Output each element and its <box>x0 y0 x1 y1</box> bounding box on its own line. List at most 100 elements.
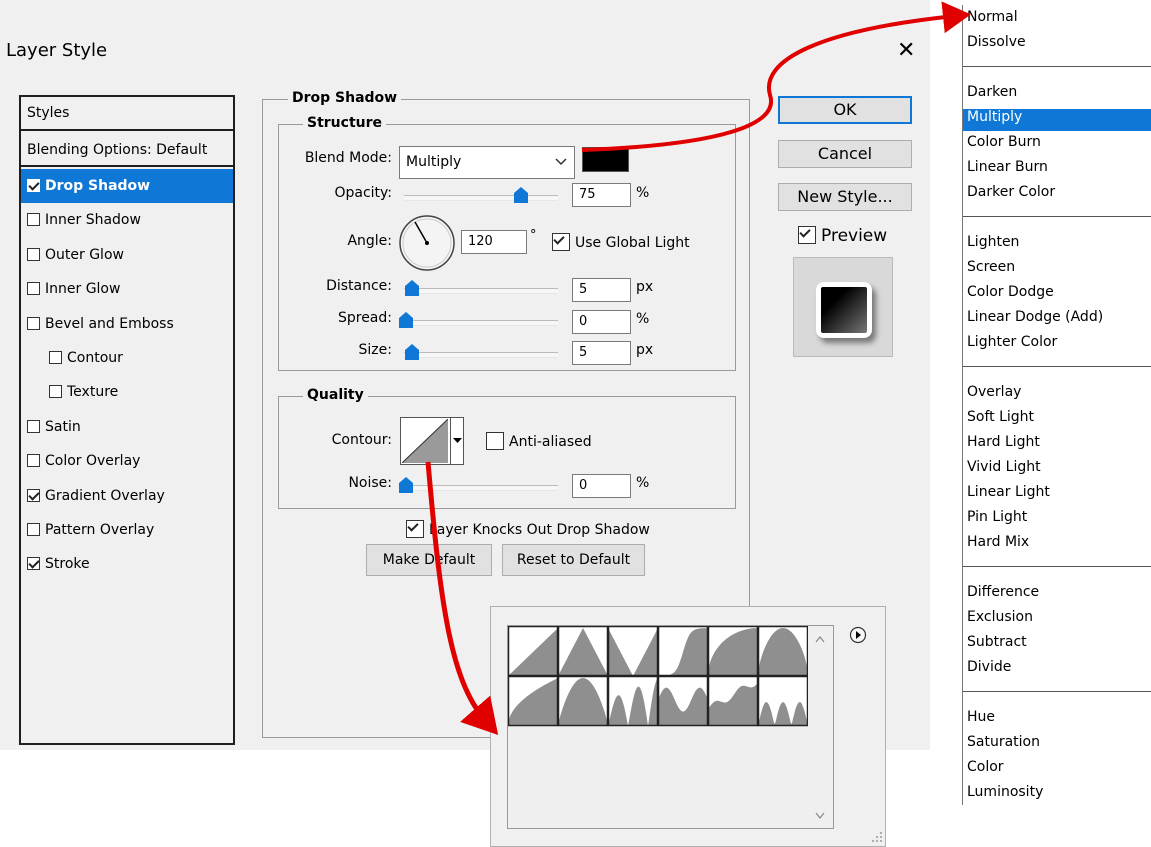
close-icon[interactable]: ✕ <box>897 40 915 62</box>
resize-grip-icon[interactable] <box>871 831 883 843</box>
shadow-color-swatch[interactable] <box>582 147 629 172</box>
checkbox-icon[interactable] <box>27 282 40 296</box>
blend-option-pin-light[interactable]: Pin Light <box>967 509 1027 525</box>
use-global-light-checkbox[interactable]: Use Global Light <box>552 233 690 251</box>
blend-option-linear-dodge-add[interactable]: Linear Dodge (Add) <box>967 309 1103 325</box>
distance-slider-thumb[interactable] <box>405 280 419 296</box>
style-item-bevel-and-emboss[interactable]: Bevel and Emboss <box>21 307 233 341</box>
layer-knocks-out-checkbox[interactable]: Layer Knocks Out Drop Shadow <box>406 520 650 538</box>
blend-option-color-burn[interactable]: Color Burn <box>967 134 1041 150</box>
opacity-slider-track[interactable] <box>404 195 558 201</box>
noise-slider-thumb[interactable] <box>399 477 413 493</box>
spread-slider-thumb[interactable] <box>399 312 413 328</box>
blend-option-saturation[interactable]: Saturation <box>967 734 1040 750</box>
contour-preset-rounded-steps[interactable] <box>607 675 659 727</box>
blend-option-exclusion[interactable]: Exclusion <box>967 609 1033 625</box>
distance-input[interactable]: 5 <box>572 278 631 302</box>
blend-option-darker-color[interactable]: Darker Color <box>967 184 1055 200</box>
opacity-slider-thumb[interactable] <box>514 187 528 203</box>
checkbox-icon[interactable] <box>27 419 40 433</box>
contour-picker-button[interactable] <box>400 417 464 465</box>
angle-input[interactable]: 120 <box>461 230 527 254</box>
style-item-pattern-overlay[interactable]: Pattern Overlay <box>21 513 233 547</box>
blend-option-linear-burn[interactable]: Linear Burn <box>967 159 1048 175</box>
blend-option-screen[interactable]: Screen <box>967 259 1015 275</box>
blend-option-hard-light[interactable]: Hard Light <box>967 434 1040 450</box>
blend-option-lighter-color[interactable]: Lighter Color <box>967 334 1057 350</box>
contour-preset-ring-double[interactable] <box>508 675 559 727</box>
checkbox-icon[interactable] <box>49 385 62 399</box>
blend-option-dissolve[interactable]: Dissolve <box>967 34 1026 50</box>
style-item-outer-glow[interactable]: Outer Glow <box>21 238 233 272</box>
blend-option-vivid-light[interactable]: Vivid Light <box>967 459 1041 475</box>
styles-header[interactable]: Styles <box>21 97 233 131</box>
blend-option-linear-light[interactable]: Linear Light <box>967 484 1050 500</box>
spread-slider-track[interactable] <box>404 320 558 326</box>
noise-slider-track[interactable] <box>404 485 558 491</box>
checkbox-icon[interactable] <box>27 454 40 468</box>
style-item-inner-shadow[interactable]: Inner Shadow <box>21 203 233 237</box>
blend-option-soft-light[interactable]: Soft Light <box>967 409 1034 425</box>
contour-preset-ring[interactable] <box>757 626 808 677</box>
blend-option-color[interactable]: Color <box>967 759 1004 775</box>
checkbox-icon[interactable] <box>27 557 40 571</box>
checkbox-icon[interactable] <box>27 179 40 192</box>
checkbox-icon[interactable] <box>27 213 40 227</box>
reset-to-default-button[interactable]: Reset to Default <box>502 544 645 576</box>
contour-preset-cone-inverted[interactable] <box>607 626 659 677</box>
blend-option-lighten[interactable]: Lighten <box>967 234 1019 250</box>
angle-dial-icon[interactable] <box>398 214 456 272</box>
new-style-button[interactable]: New Style... <box>778 183 912 211</box>
contour-preset-gaussian[interactable] <box>657 626 709 677</box>
opacity-input[interactable]: 75 <box>572 183 631 207</box>
blend-option-subtract[interactable]: Subtract <box>967 634 1027 650</box>
contour-preset-cove-deep[interactable] <box>707 675 759 727</box>
contour-dropdown-arrow[interactable] <box>450 418 464 464</box>
scroll-up-icon[interactable] <box>815 636 825 643</box>
blending-options-item[interactable]: Blending Options: Default <box>21 133 233 167</box>
style-item-color-overlay[interactable]: Color Overlay <box>21 444 233 478</box>
contour-preset-linear[interactable] <box>508 626 559 677</box>
picker-menu-icon[interactable] <box>849 626 867 644</box>
blend-option-overlay[interactable]: Overlay <box>967 384 1021 400</box>
checkbox-icon[interactable] <box>27 316 40 330</box>
style-item-gradient-overlay[interactable]: Gradient Overlay <box>21 479 233 513</box>
make-default-button[interactable]: Make Default <box>366 544 492 576</box>
contour-preset-cone[interactable] <box>557 626 609 677</box>
size-input[interactable]: 5 <box>572 341 631 365</box>
checkbox-icon[interactable] <box>27 247 40 261</box>
blend-option-divide[interactable]: Divide <box>967 659 1011 675</box>
style-item-drop-shadow[interactable]: Drop Shadow <box>21 169 233 203</box>
preview-checkbox[interactable]: Preview <box>798 226 887 246</box>
anti-aliased-checkbox[interactable]: Anti-aliased <box>486 432 592 450</box>
checkbox-icon[interactable] <box>27 488 40 502</box>
contour-preset-sawtooth[interactable] <box>657 675 709 727</box>
style-item-contour[interactable]: Contour <box>21 341 233 375</box>
checkbox-icon[interactable] <box>49 351 62 364</box>
size-slider-thumb[interactable] <box>405 344 419 360</box>
cancel-button[interactable]: Cancel <box>778 140 912 168</box>
style-item-satin[interactable]: Satin <box>21 410 233 444</box>
noise-input[interactable]: 0 <box>572 474 631 498</box>
spread-input[interactable]: 0 <box>572 310 631 334</box>
style-item-stroke[interactable]: Stroke <box>21 547 233 581</box>
blend-option-hue[interactable]: Hue <box>967 709 995 725</box>
blend-mode-select[interactable]: Multiply <box>399 146 575 179</box>
ok-button[interactable]: OK <box>778 96 912 124</box>
blend-option-hard-mix[interactable]: Hard Mix <box>967 534 1029 550</box>
blend-option-normal[interactable]: Normal <box>967 9 1018 25</box>
contour-preset-cove-shallow[interactable] <box>757 675 808 727</box>
distance-slider-track[interactable] <box>404 288 558 294</box>
contour-preset-half-round[interactable] <box>707 626 759 677</box>
size-slider-track[interactable] <box>404 352 558 358</box>
scroll-down-icon[interactable] <box>815 812 825 819</box>
style-item-inner-glow[interactable]: Inner Glow <box>21 272 233 306</box>
style-item-texture[interactable]: Texture <box>21 375 233 409</box>
blend-option-multiply[interactable]: Multiply <box>967 109 1022 125</box>
checkbox-icon[interactable] <box>27 523 40 536</box>
blend-option-difference[interactable]: Difference <box>967 584 1039 600</box>
blend-option-color-dodge[interactable]: Color Dodge <box>967 284 1054 300</box>
blend-option-luminosity[interactable]: Luminosity <box>967 784 1043 800</box>
contour-preset-rolling-slope[interactable] <box>557 675 609 727</box>
blend-option-darken[interactable]: Darken <box>967 84 1017 100</box>
